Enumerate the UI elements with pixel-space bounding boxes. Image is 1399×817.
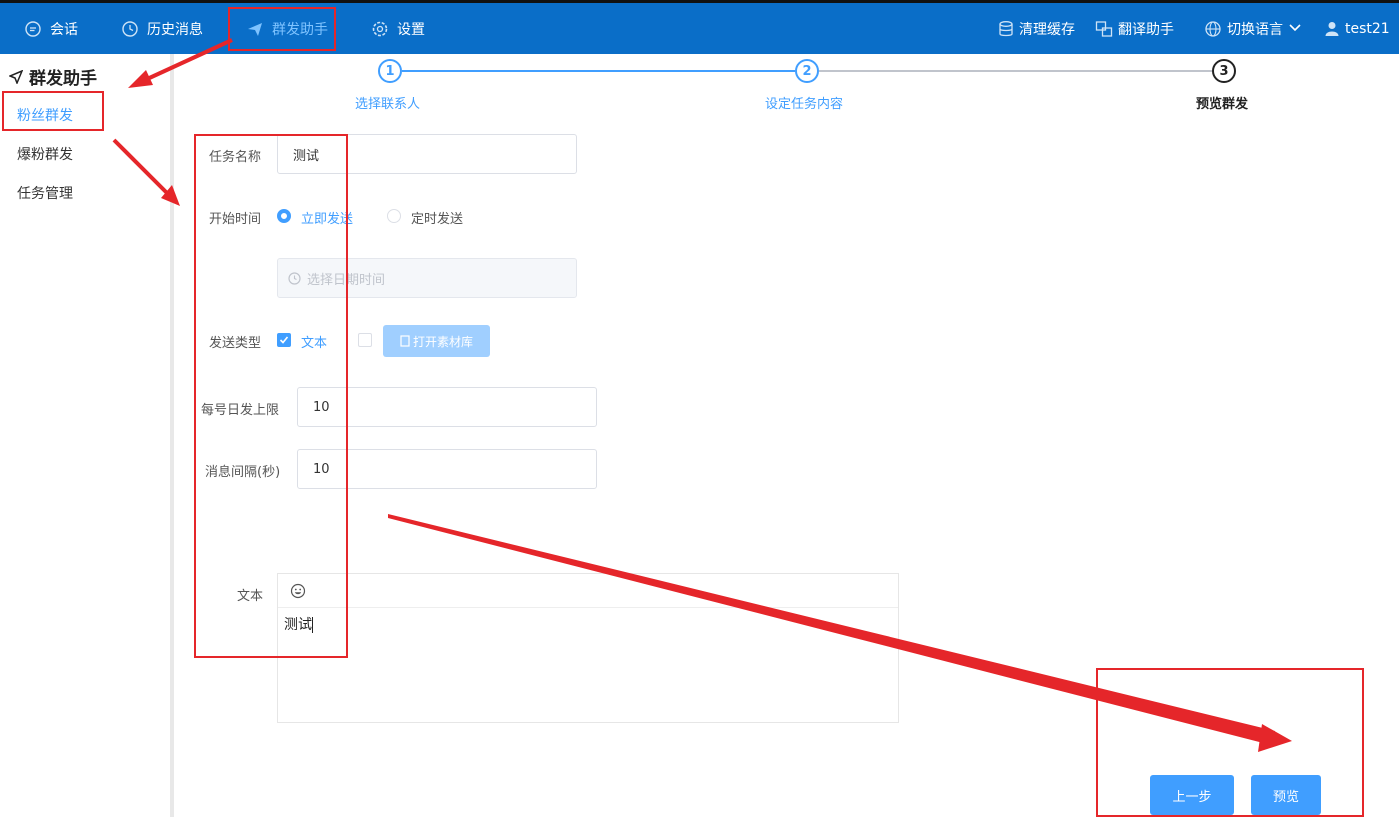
nav-broadcast[interactable]: 群发助手 bbox=[228, 6, 336, 57]
clear-cache-button[interactable]: 清理缓存 bbox=[998, 6, 1075, 52]
editor-text: 测试 bbox=[284, 617, 312, 633]
nav-broadcast-label: 群发助手 bbox=[272, 22, 328, 38]
step-2-label: 设定任务内容 bbox=[765, 97, 844, 112]
top-nav-bar: 会话 历史消息 群发助手 设置 清理缓存 翻译助手 切换语言 test21 bbox=[0, 0, 1399, 57]
send-plane-icon bbox=[246, 20, 264, 38]
start-now-label[interactable]: 立即发送 bbox=[301, 208, 353, 227]
open-library-label: 打开素材库 bbox=[412, 334, 473, 349]
globe-icon bbox=[1204, 20, 1222, 38]
language-label: 切换语言 bbox=[1227, 22, 1283, 38]
library-type-checkbox[interactable] bbox=[358, 333, 372, 347]
editor-content[interactable]: 测试 bbox=[278, 608, 898, 640]
chevron-down-icon bbox=[1289, 21, 1301, 37]
translate-button[interactable]: 翻译助手 bbox=[1095, 6, 1174, 52]
nav-settings[interactable]: 设置 bbox=[371, 6, 425, 52]
clock-icon bbox=[121, 20, 139, 38]
sidebar-item-task-management[interactable]: 任务管理 bbox=[17, 183, 73, 203]
send-type-label: 发送类型 bbox=[209, 336, 262, 351]
task-name-input[interactable]: 测试 bbox=[277, 134, 577, 174]
text-content-label: 文本 bbox=[237, 589, 264, 604]
nav-settings-label: 设置 bbox=[397, 22, 425, 38]
sidebar-title: 群发助手 bbox=[9, 64, 97, 89]
folder-icon bbox=[400, 335, 410, 347]
step-line-2 bbox=[819, 70, 1212, 72]
daily-limit-input[interactable]: 10 bbox=[297, 387, 597, 427]
user-icon bbox=[1324, 20, 1340, 38]
step-3-label: 预览群发 bbox=[1196, 97, 1249, 112]
datetime-picker[interactable]: 选择日期时间 bbox=[277, 258, 577, 298]
navigation-arrow-icon bbox=[9, 69, 23, 84]
open-library-button[interactable]: 打开素材库 bbox=[383, 325, 490, 357]
gear-icon bbox=[371, 20, 389, 38]
step-1-circle: 1 bbox=[378, 59, 402, 83]
translate-icon bbox=[1095, 20, 1113, 38]
sidebar-title-label: 群发助手 bbox=[29, 69, 97, 89]
clear-cache-label: 清理缓存 bbox=[1019, 22, 1075, 38]
text-type-checkbox[interactable] bbox=[277, 333, 291, 347]
prev-step-button[interactable]: 上一步 bbox=[1150, 775, 1234, 815]
translate-label: 翻译助手 bbox=[1118, 22, 1174, 38]
preview-button[interactable]: 预览 bbox=[1251, 775, 1321, 815]
task-name-label: 任务名称 bbox=[209, 150, 262, 165]
step-1-label: 选择联系人 bbox=[355, 97, 421, 112]
step-line-1 bbox=[402, 70, 795, 72]
step-2-circle: 2 bbox=[795, 59, 819, 83]
chat-bubble-icon bbox=[24, 20, 42, 38]
user-menu[interactable]: test21 bbox=[1324, 6, 1390, 52]
nav-history-label: 历史消息 bbox=[147, 22, 203, 38]
text-type-label[interactable]: 文本 bbox=[301, 332, 327, 351]
datetime-placeholder: 选择日期时间 bbox=[307, 272, 386, 288]
text-editor[interactable]: 测试 bbox=[277, 573, 899, 723]
clock-icon bbox=[288, 271, 301, 285]
start-time-label: 开始时间 bbox=[209, 212, 262, 227]
sidebar: 群发助手 粉丝群发 爆粉群发 任务管理 bbox=[0, 54, 174, 817]
editor-toolbar bbox=[278, 574, 898, 608]
interval-label: 消息间隔(秒) bbox=[205, 465, 281, 480]
interval-input[interactable]: 10 bbox=[297, 449, 597, 489]
sidebar-item-fans-broadcast[interactable]: 粉丝群发 bbox=[17, 105, 73, 125]
arrowhead-form-to-buttons bbox=[1258, 724, 1292, 752]
nav-chat[interactable]: 会话 bbox=[24, 6, 78, 52]
emoji-icon[interactable] bbox=[290, 583, 306, 599]
sidebar-item-burst-broadcast[interactable]: 爆粉群发 bbox=[17, 144, 73, 164]
language-switch[interactable]: 切换语言 bbox=[1204, 6, 1301, 52]
daily-limit-label: 每号日发上限 bbox=[201, 403, 280, 418]
start-scheduled-label[interactable]: 定时发送 bbox=[411, 208, 463, 227]
user-name: test21 bbox=[1345, 21, 1390, 37]
start-now-radio[interactable] bbox=[277, 209, 291, 223]
text-cursor bbox=[312, 617, 313, 633]
nav-chat-label: 会话 bbox=[50, 22, 78, 38]
database-icon bbox=[998, 20, 1014, 38]
start-scheduled-radio[interactable] bbox=[387, 209, 401, 223]
nav-history[interactable]: 历史消息 bbox=[121, 6, 203, 52]
step-3-circle: 3 bbox=[1212, 59, 1236, 83]
